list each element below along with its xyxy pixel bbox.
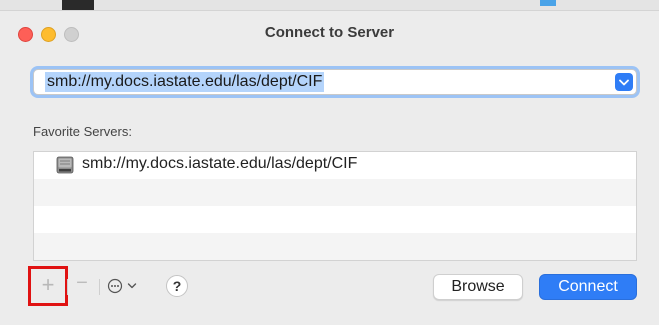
add-favorite-button[interactable]: + [28, 266, 68, 306]
help-button[interactable]: ? [166, 275, 188, 297]
chevron-down-icon [619, 79, 629, 85]
favorite-servers-label: Favorite Servers: [33, 124, 132, 139]
empty-row [34, 233, 636, 260]
connect-button[interactable]: Connect [539, 274, 637, 300]
remove-favorite-button[interactable]: − [71, 273, 93, 295]
chevron-down-icon [127, 283, 137, 289]
title-bar: Connect to Server [0, 11, 659, 55]
separator [67, 279, 68, 295]
list-item[interactable]: smb://my.docs.iastate.edu/las/dept/CIF [34, 152, 636, 179]
ellipsis-circle-icon [107, 278, 123, 294]
separator [99, 279, 100, 295]
server-address-combobox[interactable]: smb://my.docs.iastate.edu/las/dept/CIF [33, 69, 637, 95]
action-menu-button[interactable] [107, 276, 143, 296]
folder-icon [540, 0, 556, 6]
empty-row [34, 206, 636, 233]
history-dropdown-button[interactable] [615, 73, 633, 91]
window-title: Connect to Server [264, 24, 395, 41]
server-address-input[interactable]: smb://my.docs.iastate.edu/las/dept/CIF [45, 72, 325, 92]
favorite-server-address: smb://my.docs.iastate.edu/las/dept/CIF [82, 155, 358, 172]
server-drive-icon [56, 156, 74, 179]
browse-button[interactable]: Browse [433, 274, 523, 300]
favorite-servers-list[interactable]: smb://my.docs.iastate.edu/las/dept/CIF [33, 151, 637, 261]
empty-row [34, 179, 636, 206]
background-tab [62, 0, 94, 10]
